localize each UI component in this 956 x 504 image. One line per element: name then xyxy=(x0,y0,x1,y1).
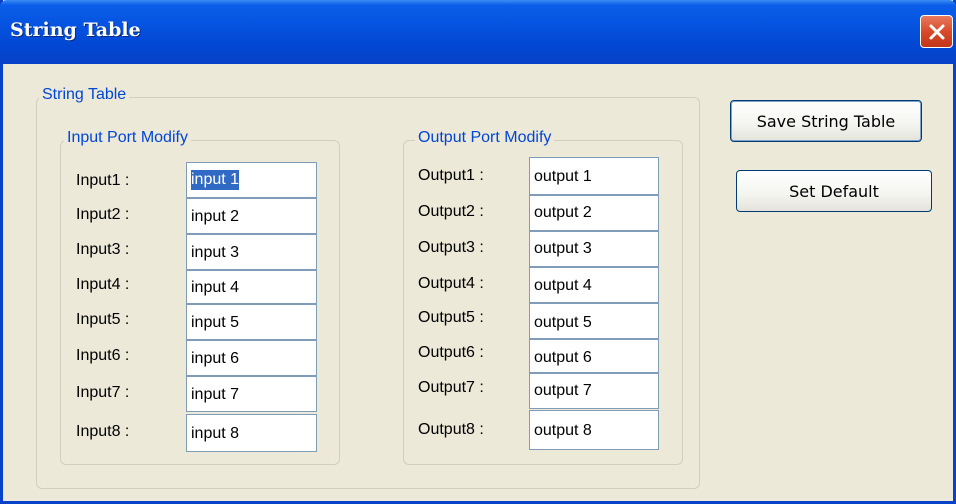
input-port-modify-legend: Input Port Modify xyxy=(64,129,191,147)
input-2-field[interactable]: input 2 xyxy=(186,198,317,234)
output-2-field[interactable]: output 2 xyxy=(529,195,659,231)
output-3-label: Output3 : xyxy=(418,239,484,256)
input-6-label: Input6 : xyxy=(76,347,130,364)
title-bar[interactable]: String Table xyxy=(0,0,956,64)
input-1-field[interactable]: input 1 xyxy=(186,162,317,198)
output-2-label: Output2 : xyxy=(418,203,484,220)
input-7-label: Input7 : xyxy=(76,384,130,401)
output-1-label: Output1 : xyxy=(418,167,484,184)
string-table-legend: String Table xyxy=(39,86,130,104)
input-1-label: Input1 : xyxy=(76,172,130,189)
output-5-field[interactable]: output 5 xyxy=(529,303,659,339)
input-5-label: Input5 : xyxy=(76,311,130,328)
input-4-field[interactable]: input 4 xyxy=(186,270,317,304)
output-5-label: Output5 : xyxy=(418,309,484,326)
output-8-label: Output8 : xyxy=(418,421,484,438)
input-3-field[interactable]: input 3 xyxy=(186,234,317,270)
input-7-field[interactable]: input 7 xyxy=(186,376,317,412)
input-3-label: Input3 : xyxy=(76,241,130,258)
output-4-field[interactable]: output 4 xyxy=(529,267,659,303)
output-port-modify-legend: Output Port Modify xyxy=(415,129,555,147)
input-5-field[interactable]: input 5 xyxy=(186,304,317,340)
output-1-field[interactable]: output 1 xyxy=(529,157,659,195)
output-4-label: Output4 : xyxy=(418,275,484,292)
input-8-field[interactable]: input 8 xyxy=(186,414,317,452)
input-6-field[interactable]: input 6 xyxy=(186,340,317,376)
output-7-field[interactable]: output 7 xyxy=(529,373,659,409)
input-8-label: Input8 : xyxy=(76,423,130,440)
window-title: String Table xyxy=(10,19,141,41)
close-button[interactable] xyxy=(920,15,953,48)
input-2-label: Input2 : xyxy=(76,206,130,223)
output-8-field[interactable]: output 8 xyxy=(529,410,659,450)
output-6-label: Output6 : xyxy=(418,344,484,361)
close-icon xyxy=(929,24,944,39)
set-default-button[interactable]: Set Default xyxy=(736,170,932,212)
input-4-label: Input4 : xyxy=(76,276,130,293)
save-string-table-button[interactable]: Save String Table xyxy=(730,100,922,142)
output-6-field[interactable]: output 6 xyxy=(529,339,659,373)
output-7-label: Output7 : xyxy=(418,379,484,396)
output-3-field[interactable]: output 3 xyxy=(529,231,659,267)
